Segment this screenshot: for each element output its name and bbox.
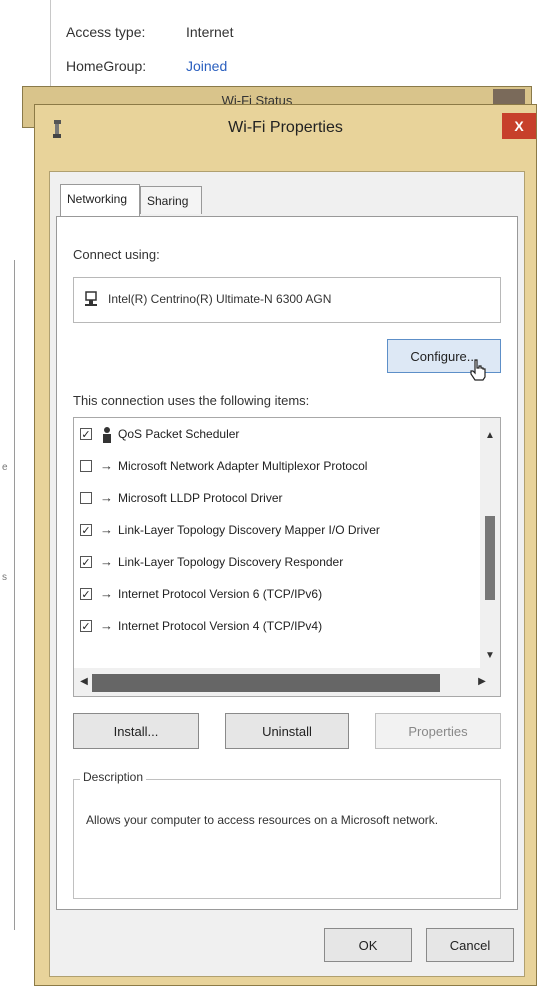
adapter-display: Intel(R) Centrino(R) Ultimate-N 6300 AGN	[73, 277, 501, 323]
close-button[interactable]: X	[502, 113, 536, 139]
protocol-icon: →	[100, 522, 113, 537]
protocol-icon: →	[100, 458, 113, 473]
homegroup-link[interactable]: Joined	[186, 58, 227, 74]
vertical-scrollbar[interactable]: ▲ ▼	[480, 418, 500, 670]
uninstall-button[interactable]: Uninstall	[225, 713, 349, 749]
description-title: Description	[80, 770, 147, 784]
scroll-right-icon[interactable]: ▶	[472, 668, 492, 696]
list-item[interactable]: ✓ QoS Packet Scheduler	[74, 420, 474, 452]
item-label: Link-Layer Topology Discovery Mapper I/O…	[118, 523, 380, 537]
list-item[interactable]: ✓ → Internet Protocol Version 6 (TCP/IPv…	[74, 580, 474, 612]
item-label: Internet Protocol Version 6 (TCP/IPv6)	[118, 587, 323, 601]
item-checkbox[interactable]: ✓	[80, 524, 92, 537]
scroll-up-icon[interactable]: ▲	[480, 426, 500, 446]
list-item[interactable]: ✓ → Internet Protocol Version 4 (TCP/IPv…	[74, 612, 474, 644]
item-label: Microsoft Network Adapter Multiplexor Pr…	[118, 459, 368, 473]
access-type-row: Access type: Internet	[66, 24, 233, 40]
list-item[interactable]: → Microsoft LLDP Protocol Driver	[74, 484, 474, 516]
protocol-icon: →	[100, 586, 113, 601]
items-label: This connection uses the following items…	[73, 393, 310, 408]
protocol-icon: →	[100, 490, 113, 505]
item-checkbox[interactable]: ✓	[80, 588, 92, 601]
homegroup-row: HomeGroup: Joined	[66, 58, 227, 74]
item-checkbox[interactable]: ✓	[80, 620, 92, 633]
item-label: Internet Protocol Version 4 (TCP/IPv4)	[118, 619, 323, 633]
horizontal-scroll-thumb[interactable]	[92, 674, 440, 692]
scheduler-icon	[100, 426, 114, 447]
adapter-name: Intel(R) Centrino(R) Ultimate-N 6300 AGN	[108, 292, 332, 306]
window-edge	[14, 260, 15, 930]
item-checkbox[interactable]	[80, 460, 92, 472]
item-checkbox[interactable]	[80, 492, 92, 504]
scroll-left-icon[interactable]: ◀	[74, 668, 94, 696]
ok-button[interactable]: OK	[324, 928, 412, 962]
protocol-icon: →	[100, 554, 113, 569]
access-type-label: Access type:	[66, 24, 146, 40]
list-item[interactable]: → Microsoft Network Adapter Multiplexor …	[74, 452, 474, 484]
item-checkbox[interactable]: ✓	[80, 428, 92, 441]
dialog-client-area: Networking Sharing Connect using: Intel(…	[49, 171, 525, 977]
wifi-properties-dialog: Wi-Fi Properties X Networking Sharing Co…	[34, 104, 537, 986]
dialog-title: Wi-Fi Properties	[228, 119, 343, 136]
tab-networking[interactable]: Networking	[60, 184, 140, 216]
title-bar[interactable]: Wi-Fi Properties X	[35, 105, 536, 149]
horizontal-scrollbar[interactable]: ◀ ▶	[74, 668, 500, 696]
cancel-button[interactable]: Cancel	[426, 928, 514, 962]
list-item[interactable]: ✓ → Link-Layer Topology Discovery Mapper…	[74, 516, 474, 548]
item-label: Link-Layer Topology Discovery Responder	[118, 555, 344, 569]
description-text: Allows your computer to access resources…	[86, 813, 439, 827]
item-label: QoS Packet Scheduler	[118, 427, 240, 441]
connect-using-label: Connect using:	[73, 247, 160, 262]
item-label: Microsoft LLDP Protocol Driver	[118, 491, 283, 505]
network-adapter-icon	[84, 290, 100, 308]
scroll-down-icon[interactable]: ▼	[480, 646, 500, 666]
properties-button[interactable]: Properties	[375, 713, 501, 749]
homegroup-label: HomeGroup:	[66, 58, 147, 74]
side-mark: s	[2, 572, 7, 583]
networking-panel: Connect using: Intel(R) Centrino(R) Ulti…	[56, 216, 518, 910]
access-type-value: Internet	[186, 24, 234, 40]
list-item[interactable]: ✓ → Link-Layer Topology Discovery Respon…	[74, 548, 474, 580]
side-mark: e	[2, 462, 8, 473]
vertical-scroll-thumb[interactable]	[485, 516, 495, 600]
tab-sharing[interactable]: Sharing	[140, 186, 202, 214]
components-list[interactable]: ✓ QoS Packet Scheduler → Microsoft Netwo…	[73, 417, 501, 697]
protocol-icon: →	[100, 618, 113, 633]
description-group: Description Allows your computer to acce…	[73, 770, 501, 899]
install-button[interactable]: Install...	[73, 713, 199, 749]
item-checkbox[interactable]: ✓	[80, 556, 92, 569]
